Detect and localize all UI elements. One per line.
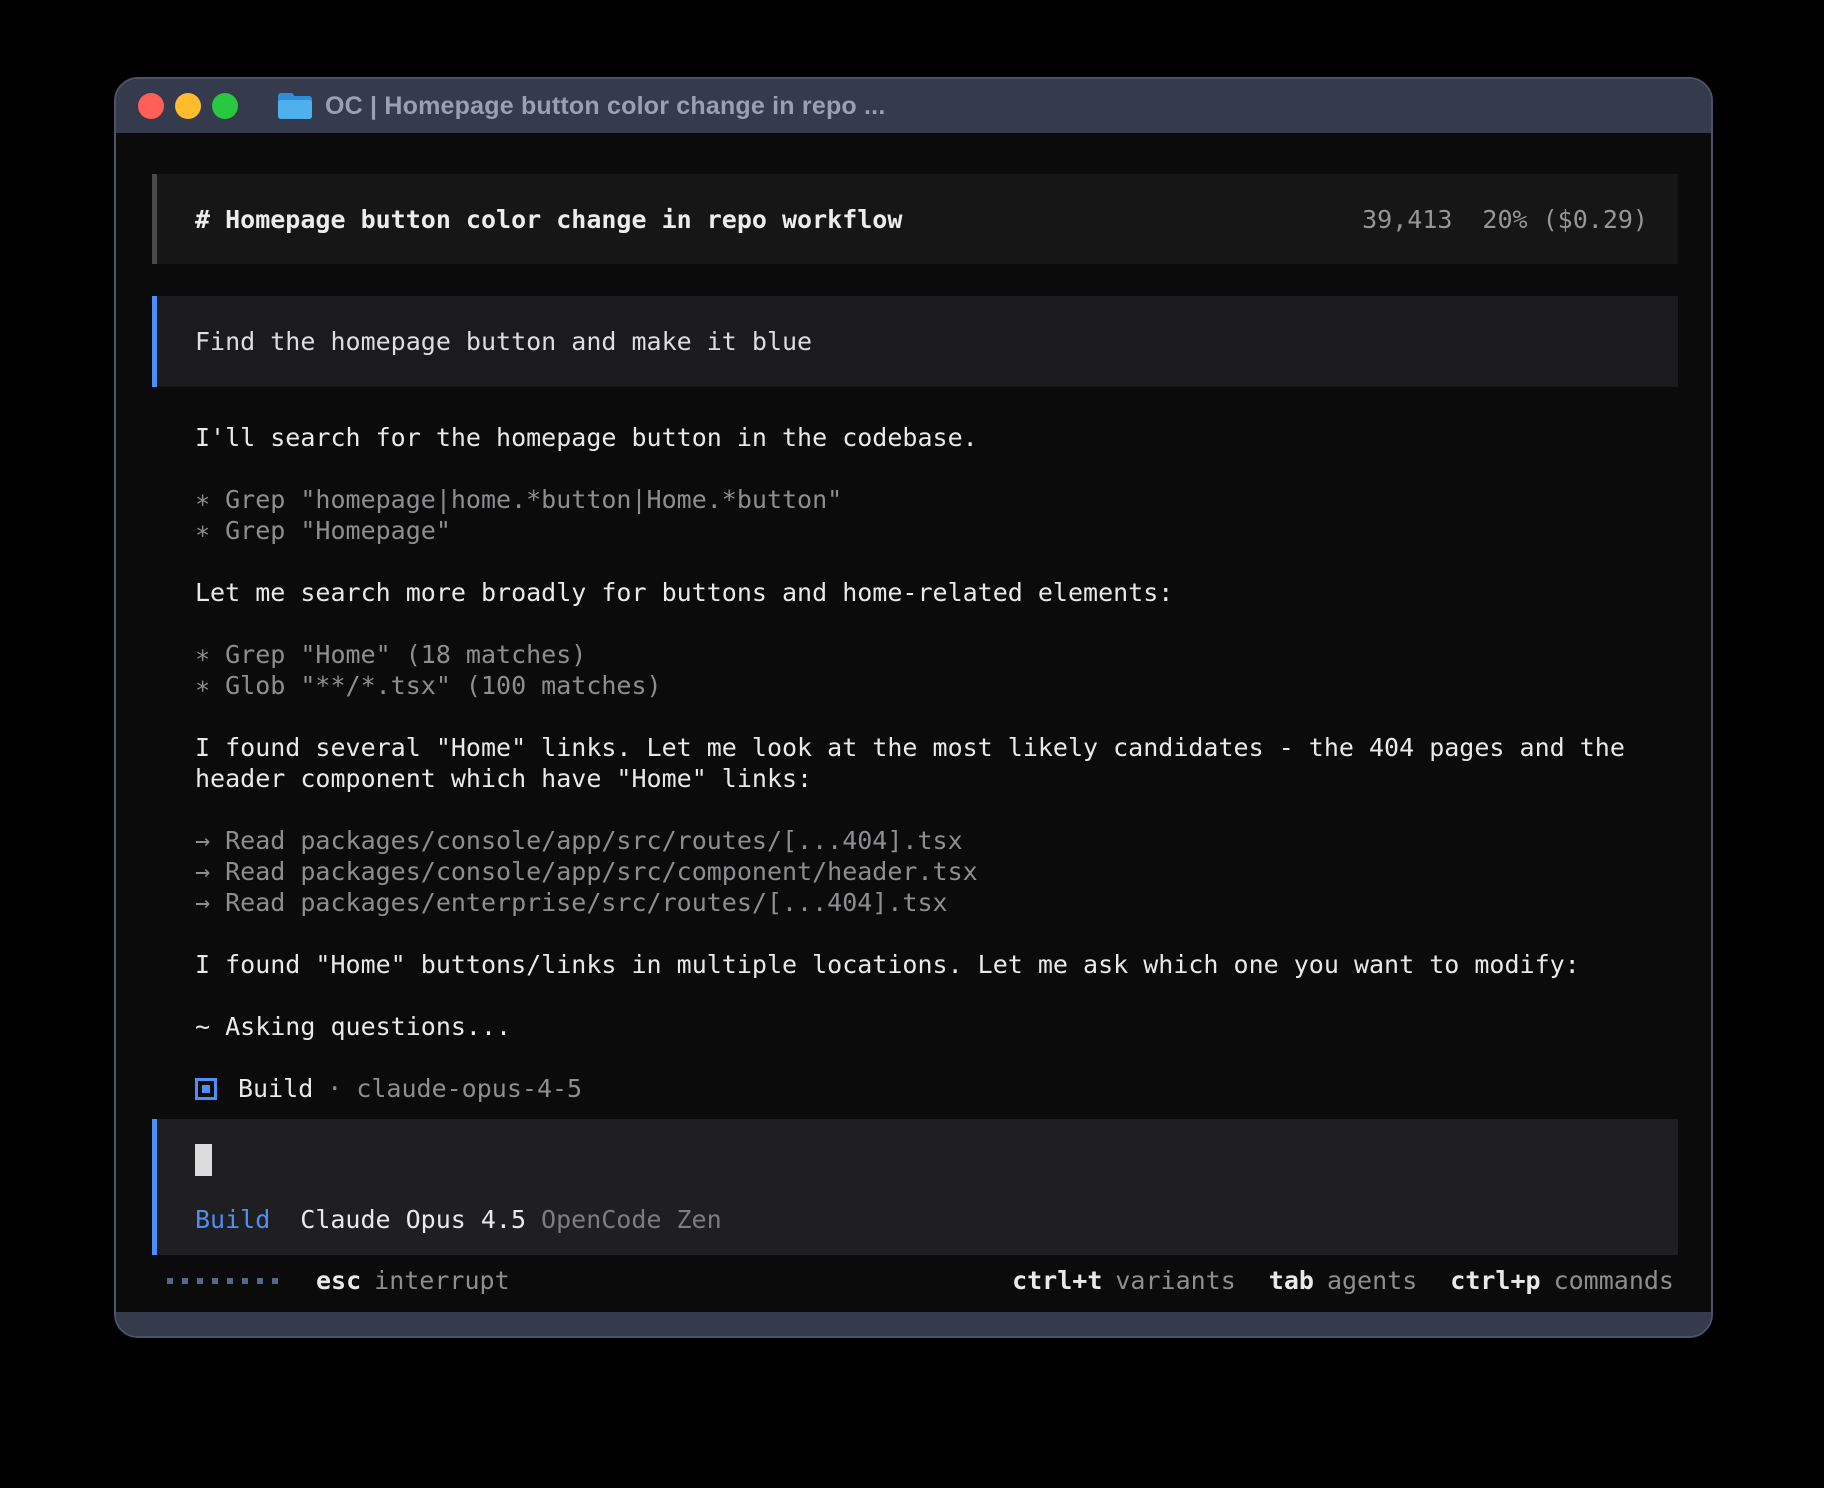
- tool-call-line: ∗ Grep "Home" (18 matches): [195, 639, 1675, 670]
- statusbar: esc interrupt ctrl+t variants tab agents…: [167, 1265, 1674, 1296]
- read-file-line: → Read packages/console/app/src/routes/[…: [195, 825, 1675, 856]
- text-cursor: [195, 1144, 212, 1176]
- separator-dot: ·: [327, 1074, 342, 1103]
- agent-model: claude-opus-4-5: [356, 1074, 582, 1103]
- user-message-text: Find the homepage button and make it blu…: [195, 327, 812, 356]
- input-model-label: Claude Opus 4.5: [300, 1205, 526, 1234]
- tool-call-group: → Read packages/console/app/src/routes/[…: [195, 825, 1675, 918]
- conversation: I'll search for the homepage button in t…: [195, 422, 1675, 1104]
- input-agent-label: Build: [195, 1205, 270, 1234]
- window-title: OC | Homepage button color change in rep…: [325, 92, 885, 121]
- agent-status-row: Build · claude-opus-4-5: [195, 1073, 1675, 1104]
- tool-call-line: ∗ Grep "homepage|home.*button|Home.*butt…: [195, 484, 1675, 515]
- window-bottom-strip: [116, 1312, 1711, 1336]
- assistant-text-line: I'll search for the homepage button in t…: [195, 422, 1675, 453]
- interrupt-hint: esc interrupt: [316, 1266, 510, 1295]
- traffic-lights: [138, 93, 238, 119]
- shortcut-variants: ctrl+t variants: [1012, 1266, 1236, 1295]
- agent-name: Build: [238, 1074, 313, 1103]
- session-header: # Homepage button color change in repo w…: [152, 174, 1678, 264]
- session-title: # Homepage button color change in repo w…: [195, 205, 902, 234]
- shortcut-hints: ctrl+t variants tab agents ctrl+p comman…: [1012, 1266, 1674, 1295]
- assistant-text-line: Let me search more broadly for buttons a…: [195, 577, 1675, 608]
- assistant-paragraph: I found "Home" buttons/links in multiple…: [195, 949, 1675, 980]
- minimize-button[interactable]: [175, 93, 201, 119]
- assistant-paragraph: Let me search more broadly for buttons a…: [195, 577, 1675, 608]
- terminal-window: OC | Homepage button color change in rep…: [114, 77, 1713, 1338]
- assistant-text-line: I found several "Home" links. Let me loo…: [195, 732, 1675, 763]
- tool-call-group: ∗ Grep "homepage|home.*button|Home.*butt…: [195, 484, 1675, 546]
- folder-icon: [278, 93, 312, 119]
- assistant-paragraph: I'll search for the homepage button in t…: [195, 422, 1675, 453]
- zoom-button[interactable]: [212, 93, 238, 119]
- read-file-line: → Read packages/enterprise/src/routes/[.…: [195, 887, 1675, 918]
- read-file-line: → Read packages/console/app/src/componen…: [195, 856, 1675, 887]
- assistant-paragraph: I found several "Home" links. Let me loo…: [195, 732, 1675, 794]
- close-button[interactable]: [138, 93, 164, 119]
- spinner-dots: [167, 1278, 278, 1284]
- context-cost: 20% ($0.29): [1482, 205, 1648, 234]
- assistant-text-line: I found "Home" buttons/links in multiple…: [195, 949, 1675, 980]
- tool-call-line: ∗ Grep "Homepage": [195, 515, 1675, 546]
- shortcut-agents: tab agents: [1269, 1266, 1417, 1295]
- user-message: Find the homepage button and make it blu…: [152, 296, 1678, 387]
- interrupt-label: interrupt: [374, 1266, 509, 1295]
- interrupt-key: esc: [316, 1266, 361, 1295]
- token-count: 39,413: [1362, 205, 1452, 234]
- model-row: Build Claude Opus 4.5 OpenCode Zen: [195, 1205, 1648, 1234]
- prompt-input[interactable]: Build Claude Opus 4.5 OpenCode Zen: [152, 1119, 1678, 1255]
- tool-call-line: ∗ Glob "**/*.tsx" (100 matches): [195, 670, 1675, 701]
- titlebar: OC | Homepage button color change in rep…: [116, 79, 1711, 133]
- tool-call-group: ∗ Grep "Home" (18 matches) ∗ Glob "**/*.…: [195, 639, 1675, 701]
- shortcut-commands: ctrl+p commands: [1450, 1266, 1674, 1295]
- build-agent-icon: [195, 1078, 217, 1100]
- input-provider-label: OpenCode Zen: [541, 1205, 722, 1234]
- assistant-text-line: header component which have "Home" links…: [195, 763, 1675, 794]
- status-activity-line: ~ Asking questions...: [195, 1011, 1675, 1042]
- session-stats: 39,413 20% ($0.29): [1362, 205, 1648, 234]
- assistant-paragraph: ~ Asking questions...: [195, 1011, 1675, 1042]
